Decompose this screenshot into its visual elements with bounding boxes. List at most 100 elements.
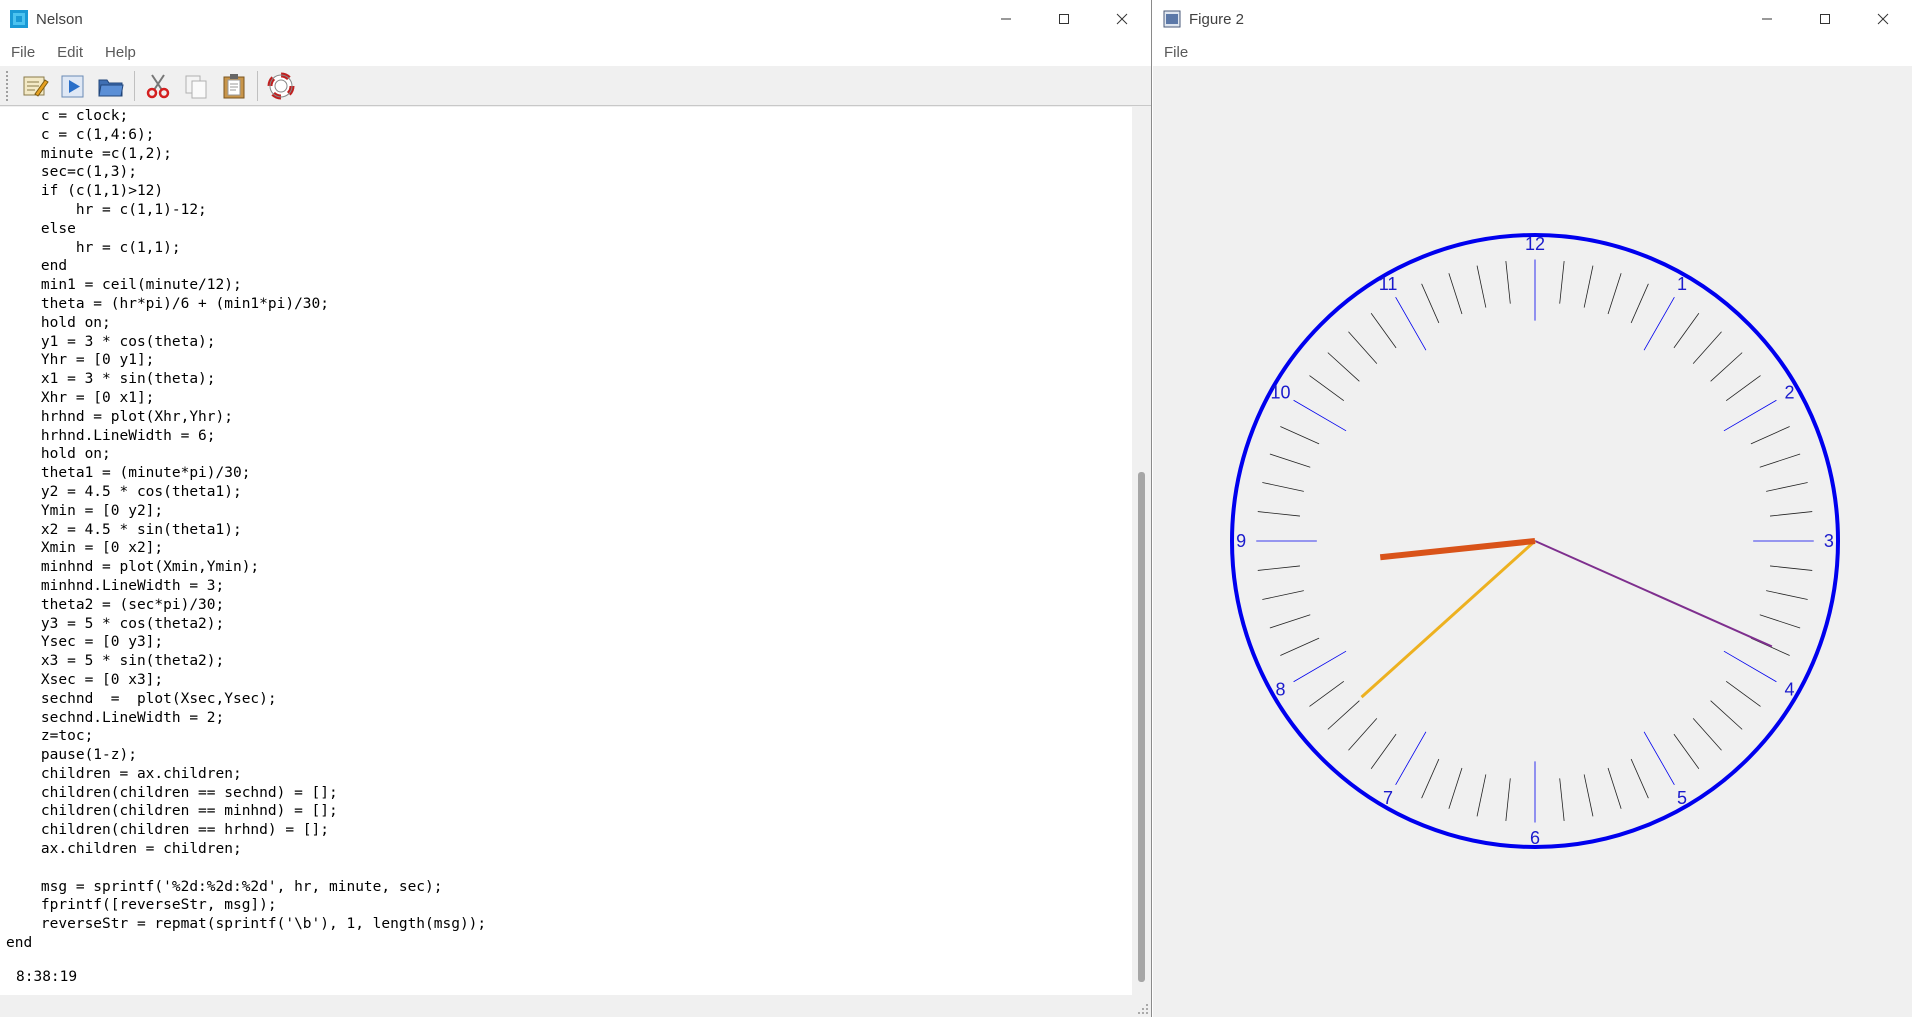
- minute-tick: [1750, 426, 1790, 445]
- run-button[interactable]: [54, 68, 92, 104]
- close-icon: [1877, 13, 1889, 25]
- minute-tick: [1583, 265, 1594, 308]
- close-button[interactable]: [1093, 0, 1151, 38]
- hour-hand: [1379, 538, 1536, 561]
- maximize-icon: [1820, 14, 1830, 24]
- toolbar-separator: [257, 70, 258, 101]
- menu-file[interactable]: File: [0, 44, 46, 61]
- vertical-scrollbar[interactable]: [1132, 107, 1151, 995]
- minute-tick: [1692, 718, 1722, 751]
- minute-tick: [1348, 331, 1378, 364]
- minute-tick: [1257, 565, 1300, 571]
- hour-label: 9: [1236, 531, 1246, 551]
- figure-titlebar[interactable]: Figure 2: [1153, 0, 1912, 38]
- minute-tick: [1725, 375, 1761, 402]
- minute-tick: [1559, 260, 1565, 304]
- toolbar-separator: [134, 70, 135, 101]
- minute-tick: [1770, 565, 1813, 571]
- second-hand: [1534, 540, 1773, 648]
- toolbar-grip[interactable]: [6, 70, 10, 101]
- minute-tick: [1505, 778, 1511, 822]
- minute-tick: [1476, 265, 1487, 308]
- status-bar: [0, 995, 1151, 1017]
- minute-tick: [1421, 758, 1440, 799]
- minute-tick: [1559, 778, 1565, 822]
- minute-tick: [1327, 700, 1360, 730]
- minute-tick: [1421, 283, 1440, 324]
- code-text: c = clock; c = c(1,4:6); minute =c(1,2);…: [6, 108, 487, 952]
- minimize-button[interactable]: [977, 0, 1035, 38]
- output-text: 8:38:19: [16, 969, 78, 985]
- scrollbar-thumb[interactable]: [1138, 472, 1145, 982]
- hour-label: 10: [1270, 383, 1290, 403]
- minute-tick: [1309, 680, 1345, 707]
- menu-help[interactable]: Help: [94, 44, 147, 61]
- hour-tick: [1723, 399, 1777, 432]
- paste-icon: [223, 73, 245, 98]
- hour-label: 11: [1379, 274, 1398, 294]
- menu-file[interactable]: File: [1153, 44, 1199, 61]
- minute-tick: [1348, 718, 1378, 751]
- minute-tick: [1309, 375, 1345, 402]
- minimize-icon: [1762, 18, 1772, 20]
- minute-tick: [1759, 453, 1801, 468]
- copy-button[interactable]: [177, 68, 215, 104]
- command-window[interactable]: c = clock; c = c(1,4:6); minute =c(1,2);…: [0, 107, 1132, 995]
- minute-tick: [1269, 614, 1311, 629]
- window-title: Figure 2: [1189, 10, 1245, 28]
- cut-icon: [146, 73, 170, 98]
- minute-tick: [1607, 273, 1622, 315]
- open-folder-icon: [98, 79, 124, 96]
- minute-tick: [1770, 511, 1813, 517]
- figure-app-icon: [1163, 10, 1181, 28]
- cut-button[interactable]: [139, 68, 177, 104]
- hour-label: 3: [1824, 531, 1834, 551]
- minute-hand: [1360, 539, 1537, 699]
- maximize-icon: [1059, 14, 1069, 24]
- close-button[interactable]: [1854, 0, 1912, 38]
- menu-edit[interactable]: Edit: [46, 44, 94, 61]
- editor-icon: [23, 76, 49, 97]
- maximize-button[interactable]: [1035, 0, 1093, 38]
- hour-label: 8: [1275, 679, 1285, 699]
- hour-label: 4: [1785, 679, 1795, 699]
- hour-tick: [1293, 399, 1347, 432]
- copy-icon: [185, 75, 207, 98]
- figure-canvas[interactable]: 12 1 2 3 4 5 6 7 8 9 10 11: [1153, 66, 1912, 1017]
- run-icon: [61, 75, 84, 97]
- minimize-button[interactable]: [1738, 0, 1796, 38]
- maximize-button[interactable]: [1796, 0, 1854, 38]
- editor-button[interactable]: [16, 68, 54, 104]
- paste-button[interactable]: [215, 68, 253, 104]
- nelson-toolbar: [0, 66, 1151, 106]
- minute-tick: [1262, 482, 1304, 492]
- minute-tick: [1262, 590, 1304, 600]
- window-title: Nelson: [36, 10, 83, 28]
- minute-tick: [1476, 774, 1487, 817]
- minute-tick: [1280, 637, 1320, 656]
- open-folder-button[interactable]: [92, 68, 130, 104]
- minute-tick: [1257, 511, 1300, 517]
- minute-tick: [1766, 482, 1808, 492]
- nelson-titlebar[interactable]: Nelson: [0, 0, 1151, 38]
- nelson-window: Nelson File Edit Help c = clock; c = c(1…: [0, 0, 1152, 1017]
- hour-label: 6: [1530, 828, 1540, 848]
- minute-tick: [1583, 774, 1594, 817]
- help-icon: [267, 72, 295, 99]
- figure-window: Figure 2 File 12 1 2 3 4 5 6 7 8 9 10 11: [1153, 0, 1912, 1017]
- minute-tick: [1370, 313, 1397, 349]
- hour-tick: [1395, 296, 1427, 351]
- minute-tick: [1759, 614, 1801, 629]
- hour-tick: [1643, 296, 1675, 351]
- minute-tick: [1710, 352, 1743, 382]
- minute-tick: [1630, 283, 1649, 324]
- help-button[interactable]: [262, 68, 300, 104]
- minute-tick: [1766, 590, 1808, 600]
- minute-tick: [1370, 733, 1397, 769]
- hour-label: 7: [1383, 788, 1393, 808]
- minute-tick: [1280, 426, 1320, 445]
- hour-label: 5: [1677, 788, 1687, 808]
- minute-tick: [1448, 273, 1463, 315]
- resize-grip-icon[interactable]: [1137, 1003, 1149, 1015]
- clock-plot: 121234567891011: [1230, 233, 1840, 849]
